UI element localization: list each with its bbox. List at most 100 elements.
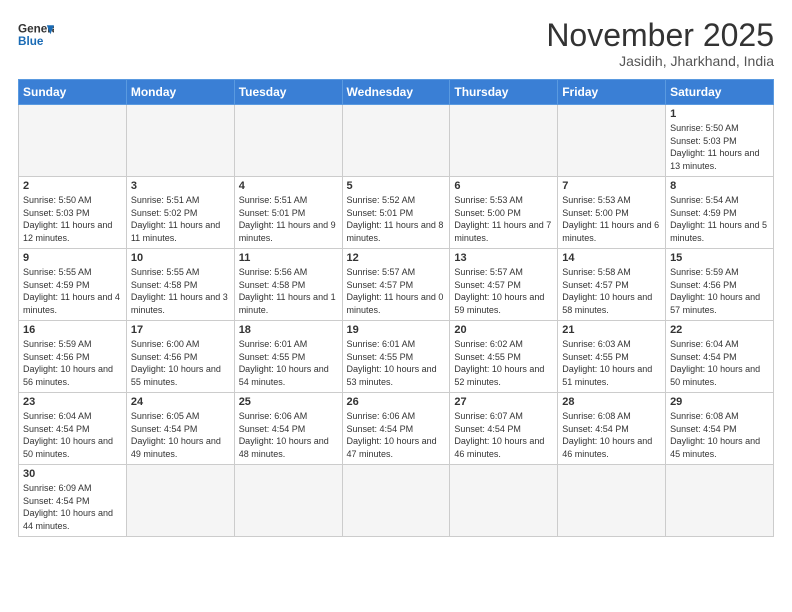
calendar-cell xyxy=(126,105,234,177)
calendar-week-row: 16 Sunrise: 5:59 AM Sunset: 4:56 PM Dayli… xyxy=(19,321,774,393)
day-info: Sunrise: 5:56 AM Sunset: 4:58 PM Dayligh… xyxy=(239,266,338,316)
calendar-cell: 25Sunrise: 6:06 AM Sunset: 4:54 PM Dayli… xyxy=(234,393,342,465)
day-info: Sunrise: 5:59 AM Sunset: 4:56 PM Dayligh… xyxy=(23,338,122,388)
calendar-cell xyxy=(234,465,342,536)
calendar-cell xyxy=(558,465,666,536)
calendar-cell: 8Sunrise: 5:54 AM Sunset: 4:59 PM Daylig… xyxy=(666,177,774,249)
day-number: 9 xyxy=(23,252,122,264)
weekday-header-wednesday: Wednesday xyxy=(342,80,450,105)
calendar-cell: 16 Sunrise: 5:59 AM Sunset: 4:56 PM Dayli… xyxy=(19,321,127,393)
day-number: 10 xyxy=(131,252,230,264)
calendar-cell: 26Sunrise: 6:06 AM Sunset: 4:54 PM Dayli… xyxy=(342,393,450,465)
calendar-cell xyxy=(342,105,450,177)
calendar-table: SundayMondayTuesdayWednesdayThursdayFrid… xyxy=(18,79,774,536)
day-info: Sunrise: 5:55 AM Sunset: 4:58 PM Dayligh… xyxy=(131,266,230,316)
day-info: Sunrise: 6:05 AM Sunset: 4:54 PM Dayligh… xyxy=(131,410,230,460)
subtitle: Jasidih, Jharkhand, India xyxy=(546,53,774,69)
day-number: 14 xyxy=(562,252,661,264)
day-number: 3 xyxy=(131,180,230,192)
day-number: 13 xyxy=(454,252,553,264)
day-info: Sunrise: 5:51 AM Sunset: 5:02 PM Dayligh… xyxy=(131,194,230,244)
day-info: Sunrise: 5:59 AM Sunset: 4:56 PM Dayligh… xyxy=(670,266,769,316)
calendar-cell: 30 Sunrise: 6:09 AM Sunset: 4:54 PM Dayli… xyxy=(19,465,127,536)
day-info: Sunrise: 5:53 AM Sunset: 5:00 PM Dayligh… xyxy=(562,194,661,244)
day-info: Sunrise: 6:06 AM Sunset: 4:54 PM Dayligh… xyxy=(239,410,338,460)
day-info: Sunrise: 5:57 AM Sunset: 4:57 PM Dayligh… xyxy=(347,266,446,316)
calendar-cell: 28Sunrise: 6:08 AM Sunset: 4:54 PM Dayli… xyxy=(558,393,666,465)
day-number: 18 xyxy=(239,324,338,336)
calendar-cell: 11 Sunrise: 5:56 AM Sunset: 4:58 PM Dayli… xyxy=(234,249,342,321)
day-number: 20 xyxy=(454,324,553,336)
calendar-cell xyxy=(450,105,558,177)
logo-icon: General Blue xyxy=(18,18,54,54)
day-info: Sunrise: 6:07 AM Sunset: 4:54 PM Dayligh… xyxy=(454,410,553,460)
title-block: November 2025 Jasidih, Jharkhand, India xyxy=(546,18,774,69)
calendar-cell xyxy=(558,105,666,177)
calendar-cell: 23 Sunrise: 6:04 AM Sunset: 4:54 PM Dayli… xyxy=(19,393,127,465)
day-info: Sunrise: 5:58 AM Sunset: 4:57 PM Dayligh… xyxy=(562,266,661,316)
calendar-cell: 29 Sunrise: 6:08 AM Sunset: 4:54 PM Dayli… xyxy=(666,393,774,465)
day-number: 16 xyxy=(23,324,122,336)
day-number: 30 xyxy=(23,468,122,480)
day-number: 5 xyxy=(347,180,446,192)
weekday-header-sunday: Sunday xyxy=(19,80,127,105)
calendar-cell: 20 Sunrise: 6:02 AM Sunset: 4:55 PM Dayli… xyxy=(450,321,558,393)
calendar-cell: 7Sunrise: 5:53 AM Sunset: 5:00 PM Daylig… xyxy=(558,177,666,249)
weekday-header-tuesday: Tuesday xyxy=(234,80,342,105)
calendar-cell: 22 Sunrise: 6:04 AM Sunset: 4:54 PM Dayli… xyxy=(666,321,774,393)
day-info: Sunrise: 6:02 AM Sunset: 4:55 PM Dayligh… xyxy=(454,338,553,388)
day-info: Sunrise: 6:03 AM Sunset: 4:55 PM Dayligh… xyxy=(562,338,661,388)
day-number: 28 xyxy=(562,396,661,408)
day-number: 19 xyxy=(347,324,446,336)
calendar-cell: 24Sunrise: 6:05 AM Sunset: 4:54 PM Dayli… xyxy=(126,393,234,465)
calendar-cell: 14 Sunrise: 5:58 AM Sunset: 4:57 PM Dayli… xyxy=(558,249,666,321)
calendar-cell xyxy=(19,105,127,177)
calendar-cell: 5 Sunrise: 5:52 AM Sunset: 5:01 PM Daylig… xyxy=(342,177,450,249)
day-number: 21 xyxy=(562,324,661,336)
calendar-cell: 19 Sunrise: 6:01 AM Sunset: 4:55 PM Dayli… xyxy=(342,321,450,393)
calendar-week-row: 9 Sunrise: 5:55 AM Sunset: 4:59 PM Daylig… xyxy=(19,249,774,321)
month-title: November 2025 xyxy=(546,18,774,53)
svg-text:Blue: Blue xyxy=(18,35,44,48)
calendar-cell xyxy=(234,105,342,177)
day-number: 4 xyxy=(239,180,338,192)
calendar-cell: 12Sunrise: 5:57 AM Sunset: 4:57 PM Dayli… xyxy=(342,249,450,321)
calendar-cell xyxy=(342,465,450,536)
day-number: 2 xyxy=(23,180,122,192)
day-number: 15 xyxy=(670,252,769,264)
day-info: Sunrise: 6:04 AM Sunset: 4:54 PM Dayligh… xyxy=(670,338,769,388)
day-number: 6 xyxy=(454,180,553,192)
calendar-cell: 9 Sunrise: 5:55 AM Sunset: 4:59 PM Daylig… xyxy=(19,249,127,321)
calendar-cell: 10 Sunrise: 5:55 AM Sunset: 4:58 PM Dayli… xyxy=(126,249,234,321)
calendar-week-row: 1Sunrise: 5:50 AM Sunset: 5:03 PM Daylig… xyxy=(19,105,774,177)
weekday-header-saturday: Saturday xyxy=(666,80,774,105)
day-number: 29 xyxy=(670,396,769,408)
calendar-cell: 17Sunrise: 6:00 AM Sunset: 4:56 PM Dayli… xyxy=(126,321,234,393)
day-info: Sunrise: 6:01 AM Sunset: 4:55 PM Dayligh… xyxy=(347,338,446,388)
day-info: Sunrise: 6:04 AM Sunset: 4:54 PM Dayligh… xyxy=(23,410,122,460)
day-number: 11 xyxy=(239,252,338,264)
weekday-header-row: SundayMondayTuesdayWednesdayThursdayFrid… xyxy=(19,80,774,105)
day-info: Sunrise: 6:01 AM Sunset: 4:55 PM Dayligh… xyxy=(239,338,338,388)
day-info: Sunrise: 5:55 AM Sunset: 4:59 PM Dayligh… xyxy=(23,266,122,316)
day-number: 23 xyxy=(23,396,122,408)
day-info: Sunrise: 6:08 AM Sunset: 4:54 PM Dayligh… xyxy=(670,410,769,460)
day-number: 27 xyxy=(454,396,553,408)
calendar-week-row: 2Sunrise: 5:50 AM Sunset: 5:03 PM Daylig… xyxy=(19,177,774,249)
calendar-cell: 21 Sunrise: 6:03 AM Sunset: 4:55 PM Dayli… xyxy=(558,321,666,393)
calendar-week-row: 30 Sunrise: 6:09 AM Sunset: 4:54 PM Dayli… xyxy=(19,465,774,536)
day-info: Sunrise: 5:51 AM Sunset: 5:01 PM Dayligh… xyxy=(239,194,338,244)
calendar-cell: 27 Sunrise: 6:07 AM Sunset: 4:54 PM Dayli… xyxy=(450,393,558,465)
day-info: Sunrise: 5:57 AM Sunset: 4:57 PM Dayligh… xyxy=(454,266,553,316)
calendar-cell: 2Sunrise: 5:50 AM Sunset: 5:03 PM Daylig… xyxy=(19,177,127,249)
day-number: 26 xyxy=(347,396,446,408)
day-number: 17 xyxy=(131,324,230,336)
weekday-header-friday: Friday xyxy=(558,80,666,105)
logo: General Blue xyxy=(18,18,54,54)
calendar-cell: 3 Sunrise: 5:51 AM Sunset: 5:02 PM Daylig… xyxy=(126,177,234,249)
calendar-cell: 15 Sunrise: 5:59 AM Sunset: 4:56 PM Dayli… xyxy=(666,249,774,321)
day-number: 22 xyxy=(670,324,769,336)
day-info: Sunrise: 5:52 AM Sunset: 5:01 PM Dayligh… xyxy=(347,194,446,244)
day-info: Sunrise: 6:09 AM Sunset: 4:54 PM Dayligh… xyxy=(23,482,122,532)
day-number: 1 xyxy=(670,108,769,120)
